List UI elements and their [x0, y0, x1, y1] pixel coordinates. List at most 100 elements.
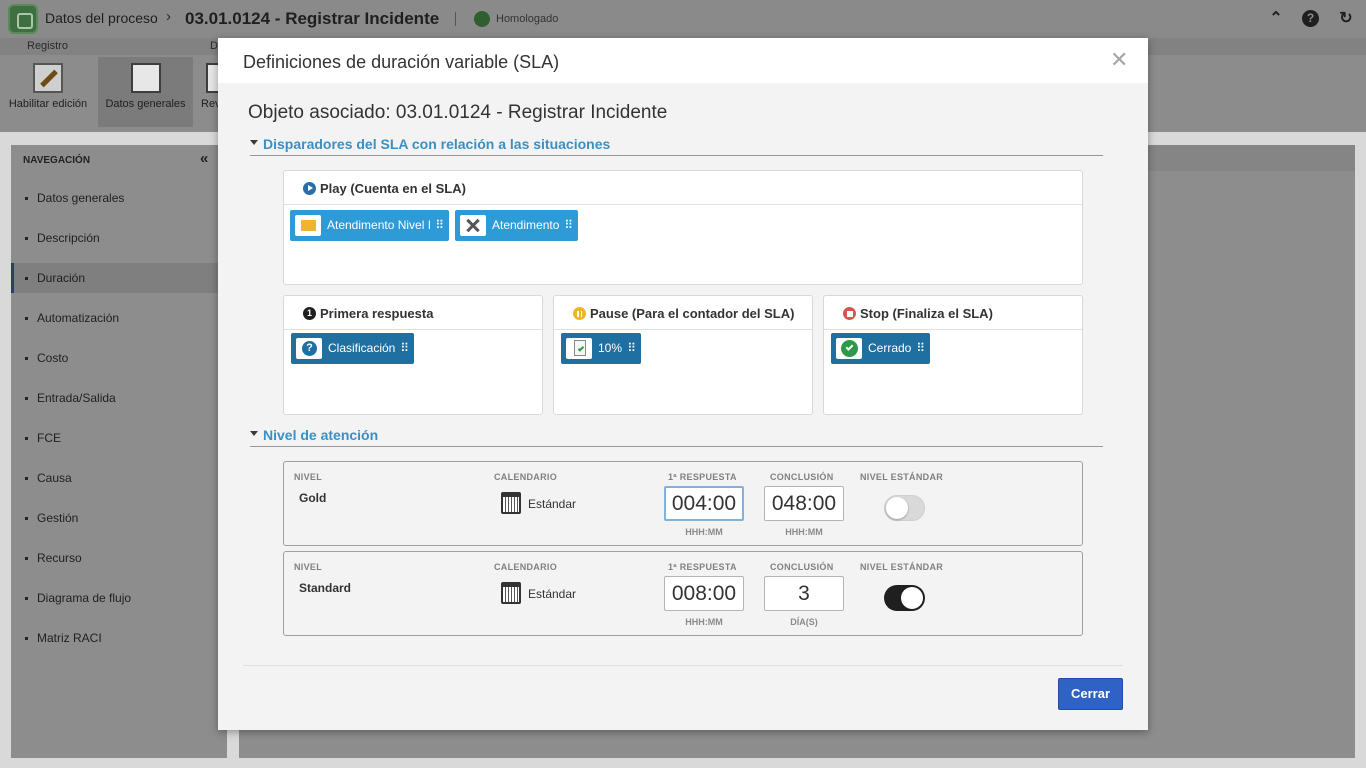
ribbon-tab-registro[interactable]: Registro	[27, 40, 68, 52]
caret-down-icon	[250, 431, 258, 436]
nav-item-causa[interactable]: Causa	[11, 463, 227, 493]
badge-status-icon	[474, 11, 490, 27]
level-label: NIVEL	[294, 472, 323, 482]
first-response-input[interactable]: 008:00	[664, 576, 744, 611]
first-response-format: HHH:MM	[685, 617, 723, 627]
calendar-label: CALENDARIO	[494, 472, 557, 482]
level-row: NIVEL Standard CALENDARIO Estándar 1ª RE…	[283, 551, 1083, 636]
check-circle-icon	[836, 338, 862, 359]
sla-dialog: Definiciones de duración variable (SLA) …	[218, 38, 1148, 730]
nav-item-datos-generales[interactable]: Datos generales	[11, 183, 227, 213]
conclusion-input[interactable]: 3	[764, 576, 844, 611]
stop-header: Stop (Finaliza el SLA)	[824, 296, 1082, 330]
chip-label: 10%	[598, 341, 623, 355]
conclusion-label: CONCLUSIÓN	[770, 472, 834, 482]
standard-level-toggle[interactable]	[884, 495, 925, 521]
drag-handle-icon[interactable]: ⠿	[564, 210, 573, 241]
nav-item-gestion[interactable]: Gestión	[11, 503, 227, 533]
nav-item-descripcion[interactable]: Descripción	[11, 223, 227, 253]
pause-card: Pause (Para el contador del SLA) 10% ⠿	[553, 295, 813, 415]
enable-edit-label: Habilitar edición	[8, 98, 88, 110]
nav-item-recurso[interactable]: Recurso	[11, 543, 227, 573]
first-response-label: 1ª RESPUESTA	[668, 562, 737, 572]
chip-cerrado[interactable]: Cerrado ⠿	[831, 333, 930, 364]
nav-item-costo[interactable]: Costo	[11, 343, 227, 373]
edit-document-icon	[33, 63, 63, 93]
calendar-value[interactable]: Estándar	[528, 587, 576, 601]
review-label: Rev	[201, 98, 218, 110]
help-icon[interactable]: ?	[1302, 10, 1319, 27]
review-icon	[206, 63, 218, 93]
calendar-icon[interactable]	[501, 492, 521, 514]
nav-item-duracion[interactable]: Duración	[11, 263, 227, 293]
enable-edit-button[interactable]: Habilitar edición	[4, 57, 92, 127]
first-response-title: Primera respuesta	[320, 306, 434, 321]
level-row: NIVEL Gold CALENDARIO Estándar 1ª RESPUE…	[283, 461, 1083, 546]
chip-clasificacion[interactable]: ? Clasificación ⠿	[291, 333, 414, 364]
level-name: Standard	[299, 581, 352, 595]
conclusion-label: CONCLUSIÓN	[770, 562, 834, 572]
stop-title: Stop (Finaliza el SLA)	[860, 306, 993, 321]
collapse-up-icon[interactable]: ⌃	[1266, 9, 1286, 29]
document-check-icon	[566, 338, 592, 359]
play-card-header: Play (Cuenta en el SLA)	[284, 171, 1082, 205]
toggle-knob	[886, 497, 908, 519]
ribbon-tab-d[interactable]: D	[210, 40, 218, 52]
conclusion-format: HHH:MM	[785, 527, 823, 537]
status-text: Homologado	[496, 13, 559, 25]
stop-card: Stop (Finaliza el SLA) Cerrado ⠿	[823, 295, 1083, 415]
standard-level-label: NIVEL ESTÁNDAR	[860, 472, 944, 482]
breadcrumb-process-data[interactable]: Datos del proceso	[45, 10, 158, 26]
first-response-format: HHH:MM	[685, 527, 723, 537]
collapse-left-icon[interactable]: «	[200, 150, 208, 167]
dialog-title: Definiciones de duración variable (SLA)	[243, 52, 560, 72]
caret-down-icon	[250, 140, 258, 145]
nav-item-matriz-raci[interactable]: Matriz RACI	[11, 623, 227, 653]
stop-icon	[843, 307, 856, 320]
calendar-icon[interactable]	[501, 582, 521, 604]
navigation-title: NAVEGACIÓN	[23, 155, 91, 166]
nav-item-fce[interactable]: FCE	[11, 423, 227, 453]
chip-label: Cerrado	[868, 341, 912, 355]
play-title: Play (Cuenta en el SLA)	[320, 181, 466, 196]
general-data-button[interactable]: Datos generales	[98, 57, 193, 127]
level-name: Gold	[299, 491, 327, 505]
chip-label: Atendimento	[492, 218, 560, 232]
section-triggers-header[interactable]: Disparadores del SLA con relación a las …	[250, 136, 1103, 156]
app-logo	[8, 4, 38, 34]
first-response-label: 1ª RESPUESTA	[668, 472, 737, 482]
section-levels-header[interactable]: Nivel de atención	[250, 427, 1103, 447]
page-title: 03.01.0124 - Registrar Incidente	[185, 9, 440, 28]
calendar-value[interactable]: Estándar	[528, 497, 576, 511]
divider	[455, 12, 456, 26]
drag-handle-icon[interactable]: ⠿	[435, 210, 444, 241]
chip-label: Atendimento Nivel I	[327, 218, 432, 232]
standard-level-toggle[interactable]	[884, 585, 925, 611]
pause-icon	[573, 307, 586, 320]
dialog-header: Definiciones de duración variable (SLA) …	[218, 38, 1148, 83]
drag-handle-icon[interactable]: ⠿	[627, 333, 636, 364]
first-response-input[interactable]: 004:00	[664, 486, 744, 521]
folder-icon	[295, 215, 321, 236]
chip-atendimento-nivel-i[interactable]: Atendimento Nivel I ⠿	[290, 210, 449, 241]
section-triggers-title: Disparadores del SLA con relación a las …	[263, 136, 611, 152]
conclusion-input[interactable]: 048:00	[764, 486, 844, 521]
nav-item-entrada-salida[interactable]: Entrada/Salida	[11, 383, 227, 413]
refresh-icon[interactable]: ↻	[1336, 9, 1356, 29]
nav-item-automatizacion[interactable]: Automatización	[11, 303, 227, 333]
drag-handle-icon[interactable]: ⠿	[400, 333, 409, 364]
first-response-card: 1 Primera respuesta ? Clasificación ⠿	[283, 295, 543, 415]
chip-atendimento[interactable]: Atendimento ⠿	[455, 210, 578, 241]
chip-10-percent[interactable]: 10% ⠿	[561, 333, 641, 364]
close-button[interactable]: Cerrar	[1058, 678, 1123, 710]
associated-object-title: Objeto asociado: 03.01.0124 - Registrar …	[248, 102, 668, 123]
nav-item-diagrama-de-flujo[interactable]: Diagrama de flujo	[11, 583, 227, 613]
toggle-knob	[901, 587, 923, 609]
first-response-header: 1 Primera respuesta	[284, 296, 542, 330]
review-button[interactable]: Rev	[198, 57, 218, 127]
close-icon[interactable]: ✕	[1110, 49, 1128, 71]
pause-header: Pause (Para el contador del SLA)	[554, 296, 812, 330]
drag-handle-icon[interactable]: ⠿	[916, 333, 925, 364]
breadcrumb-separator-icon: ›	[166, 8, 171, 25]
conclusion-format: DÍA(S)	[790, 617, 818, 627]
